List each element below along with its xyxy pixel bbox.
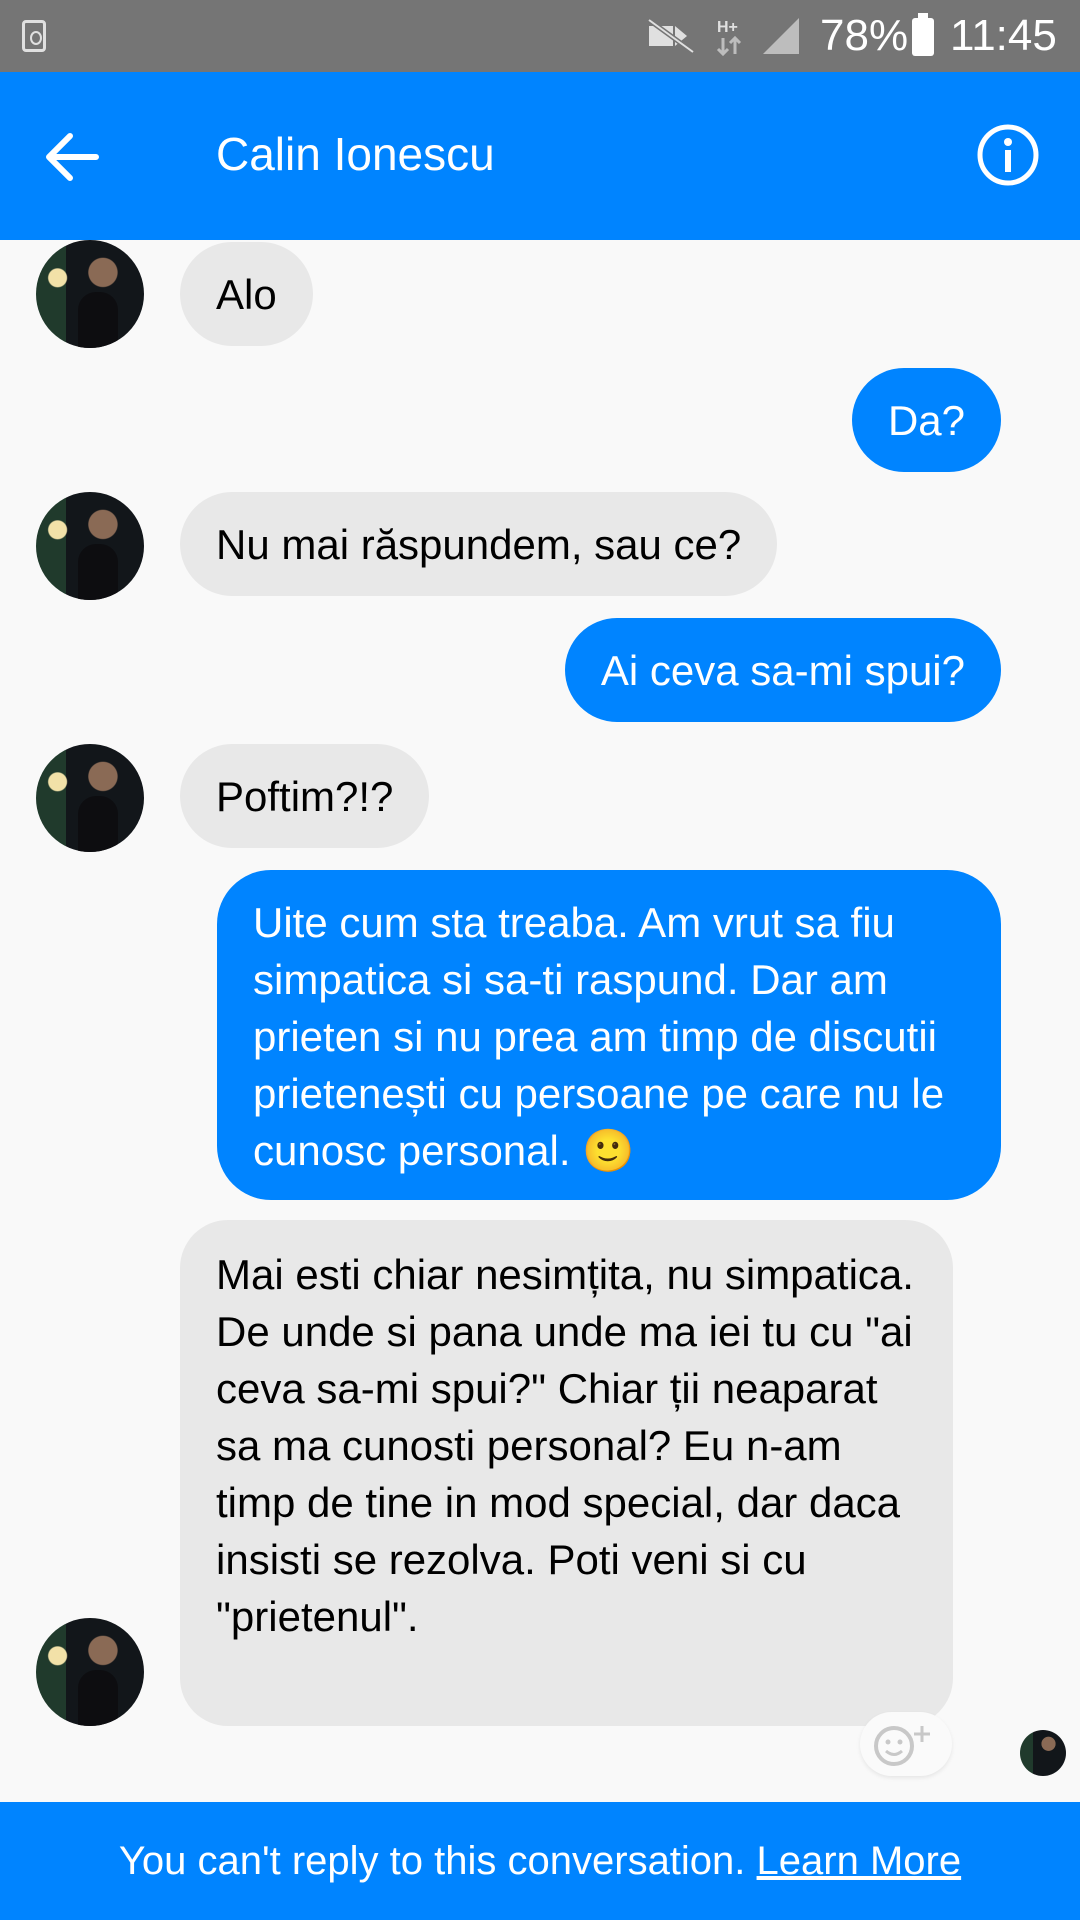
seen-indicator-avatar (1020, 1730, 1066, 1776)
back-arrow-icon[interactable] (40, 122, 110, 192)
incoming-message[interactable]: Mai esti chiar nesimțita, nu simpatica. … (180, 1220, 953, 1726)
network-hplus-icon: H+ (716, 19, 742, 56)
svg-text:H+: H+ (717, 19, 738, 36)
avatar[interactable] (36, 1618, 144, 1726)
clock: 11:45 (950, 11, 1057, 60)
conversation-header: Calin Ionescu (0, 72, 1080, 240)
status-bar: H+ 78% 11:45 (0, 0, 1080, 72)
incoming-message[interactable]: Poftim?!? (180, 744, 430, 848)
outgoing-message[interactable]: Ai ceva sa-mi spui? (564, 618, 1001, 722)
learn-more-link[interactable]: Learn More (757, 1839, 962, 1883)
screenshot-icon (22, 20, 46, 52)
reply-disabled-banner: You can't reply to this conversation. Le… (0, 1802, 1080, 1920)
avatar[interactable] (36, 492, 144, 600)
reply-disabled-text: You can't reply to this conversation. (118, 1839, 746, 1883)
outgoing-message[interactable]: Da? (851, 368, 1001, 472)
add-reaction-icon[interactable] (860, 1712, 952, 1776)
avatar[interactable] (36, 744, 144, 852)
battery-icon (912, 13, 934, 56)
signal-icon (763, 18, 799, 54)
mute-icon (647, 17, 695, 55)
incoming-message[interactable]: Nu mai răspundem, sau ce? (180, 492, 778, 596)
info-icon[interactable] (975, 122, 1041, 188)
message-list[interactable]: Alo Da? Nu mai răspundem, sau ce? Ai cev… (0, 240, 1080, 1802)
outgoing-message[interactable]: Uite cum sta treaba. Am vrut sa fiu simp… (217, 870, 1001, 1200)
avatar[interactable] (36, 240, 144, 348)
battery-percentage: 78% (820, 11, 909, 60)
contact-name[interactable]: Calin Ionescu (216, 124, 495, 184)
incoming-message[interactable]: Alo (180, 242, 313, 346)
